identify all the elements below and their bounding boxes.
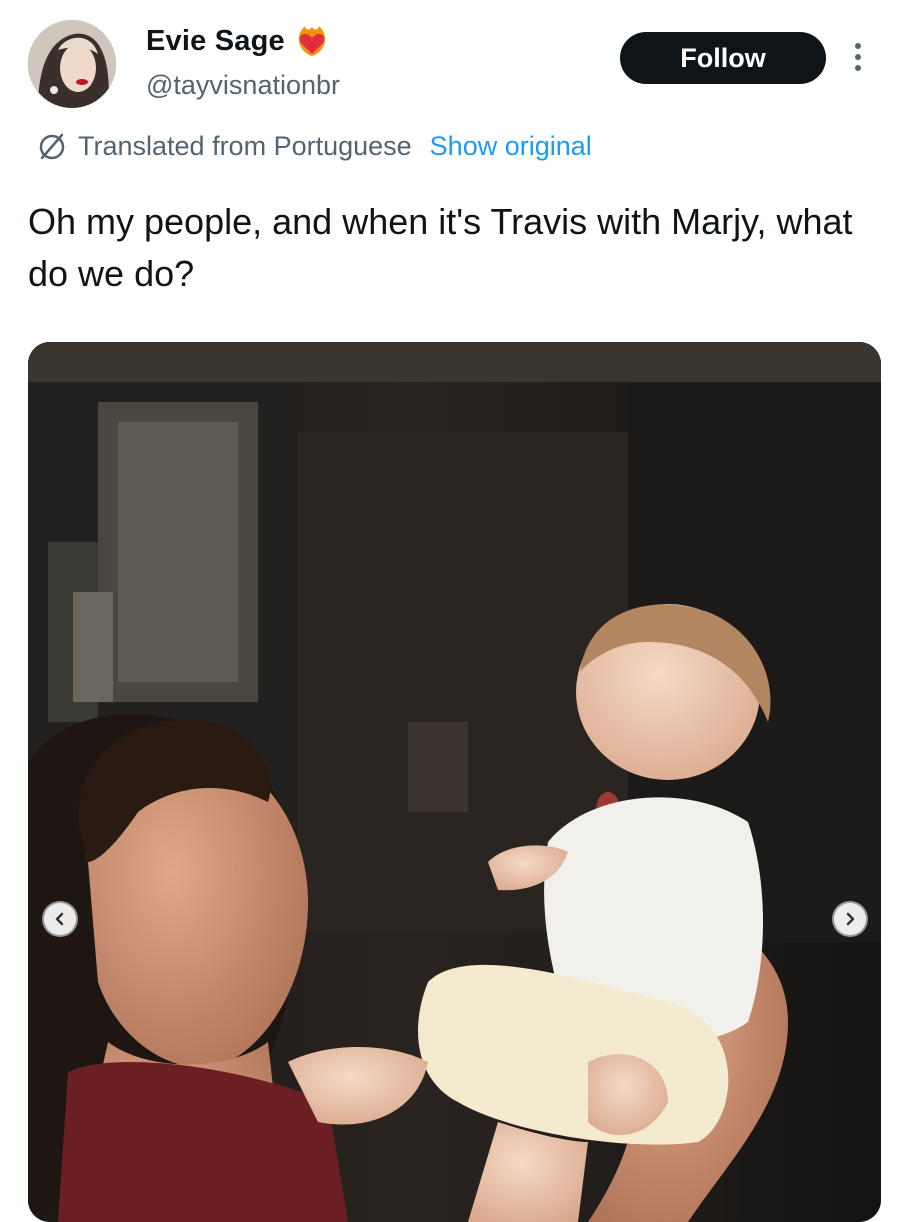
heart-on-fire-icon (295, 24, 329, 58)
media-photo (28, 342, 881, 1222)
chevron-left-icon[interactable] (42, 901, 78, 937)
name-row: Evie Sage (146, 24, 329, 58)
translation-bar: Translated from Portuguese Show original (36, 130, 592, 162)
display-name[interactable]: Evie Sage (146, 25, 285, 58)
avatar-image (28, 20, 116, 108)
show-original-link[interactable]: Show original (430, 131, 592, 162)
tweet-header: Evie Sage @tayvisnationbr Follow (0, 0, 907, 130)
translate-icon (36, 130, 68, 162)
avatar[interactable] (28, 20, 116, 108)
follow-button[interactable]: Follow (620, 32, 826, 84)
tweet-text: Oh my people, and when it's Travis with … (28, 201, 853, 294)
chevron-right-icon[interactable] (832, 901, 868, 937)
more-vertical-icon[interactable] (848, 40, 868, 74)
user-handle[interactable]: @tayvisnationbr (146, 70, 340, 101)
tweet-media[interactable] (28, 342, 881, 1222)
translation-label: Translated from Portuguese (78, 130, 412, 161)
